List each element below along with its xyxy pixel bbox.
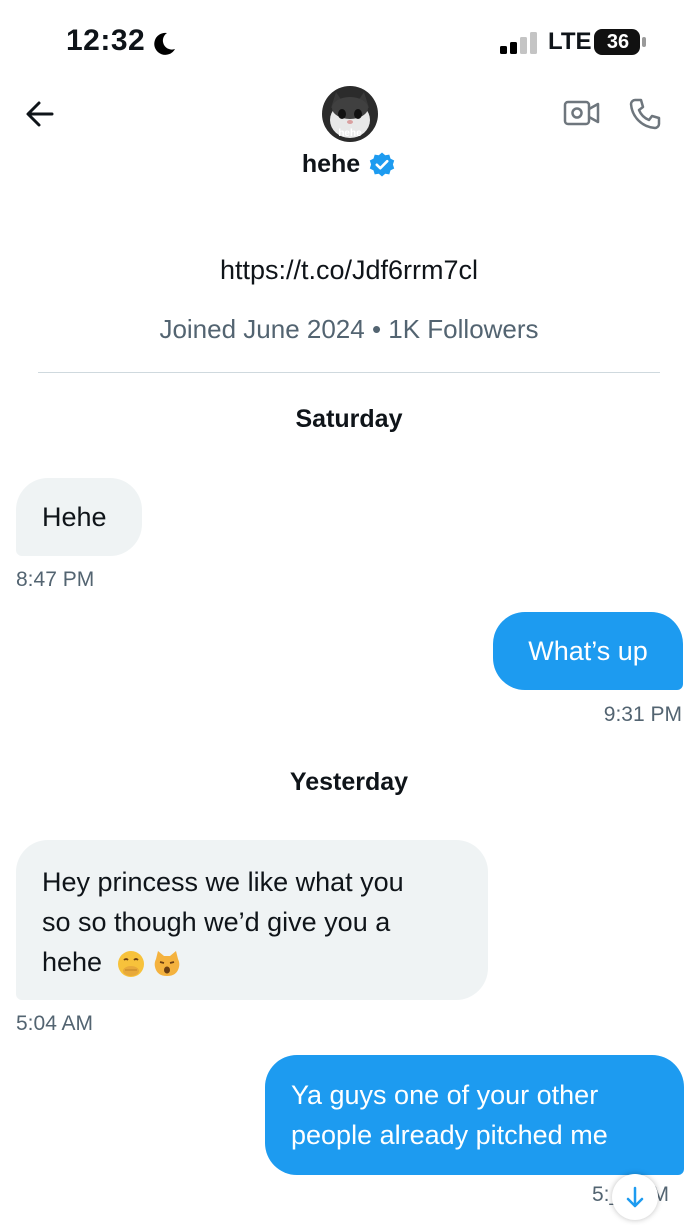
weary-cat-emoji-icon xyxy=(154,950,179,976)
arrow-down-icon xyxy=(626,1186,644,1208)
status-time: 12:32 xyxy=(66,24,146,57)
battery-percent: 36 xyxy=(606,31,630,53)
carrier-label: LTE xyxy=(548,28,592,55)
message-timestamp: 5:04 AM xyxy=(16,1012,94,1035)
verified-badge-icon xyxy=(369,152,395,176)
message-timestamp: 9:31 PM xyxy=(603,703,682,726)
message-line: Hey princess we like what you xyxy=(42,867,404,897)
message-bubble-outgoing[interactable]: Ya guys one of your other people already… xyxy=(265,1055,684,1175)
day-separator: Saturday xyxy=(295,405,403,433)
avatar-caption: hehe xyxy=(338,128,362,139)
message-line: Ya guys one of your other xyxy=(291,1080,599,1110)
phone-call-icon[interactable] xyxy=(627,96,663,132)
back-arrow-icon[interactable] xyxy=(22,96,58,132)
message-line: people already pitched me xyxy=(291,1120,608,1150)
profile-name[interactable]: hehe xyxy=(302,150,360,179)
moon-icon xyxy=(154,32,175,55)
message-text: Hehe xyxy=(42,502,107,532)
message-bubble-incoming[interactable]: Hehe xyxy=(16,478,142,556)
message-timestamp: 8:47 PM xyxy=(16,568,95,591)
scroll-to-bottom-button[interactable] xyxy=(612,1174,658,1220)
video-call-icon[interactable] xyxy=(563,98,601,128)
divider xyxy=(38,372,660,373)
message-text: What’s up xyxy=(528,636,648,666)
profile-name-row[interactable]: hehe xyxy=(0,150,698,179)
message-line: so so though we’d give you a xyxy=(42,907,391,937)
face-with-hand-over-mouth-emoji-icon xyxy=(117,950,144,977)
message-bubble-incoming[interactable]: Hey princess we like what you so so thou… xyxy=(16,840,488,1000)
message-bubble-outgoing[interactable]: What’s up xyxy=(493,612,683,690)
day-separator: Yesterday xyxy=(289,768,409,796)
message-line: hehe xyxy=(42,947,103,977)
profile-bio-link[interactable]: https://t.co/Jdf6rrm7cl xyxy=(0,255,698,286)
profile-meta: Joined June 2024 • 1K Followers xyxy=(159,314,539,344)
signal-strength-icon xyxy=(500,32,537,54)
